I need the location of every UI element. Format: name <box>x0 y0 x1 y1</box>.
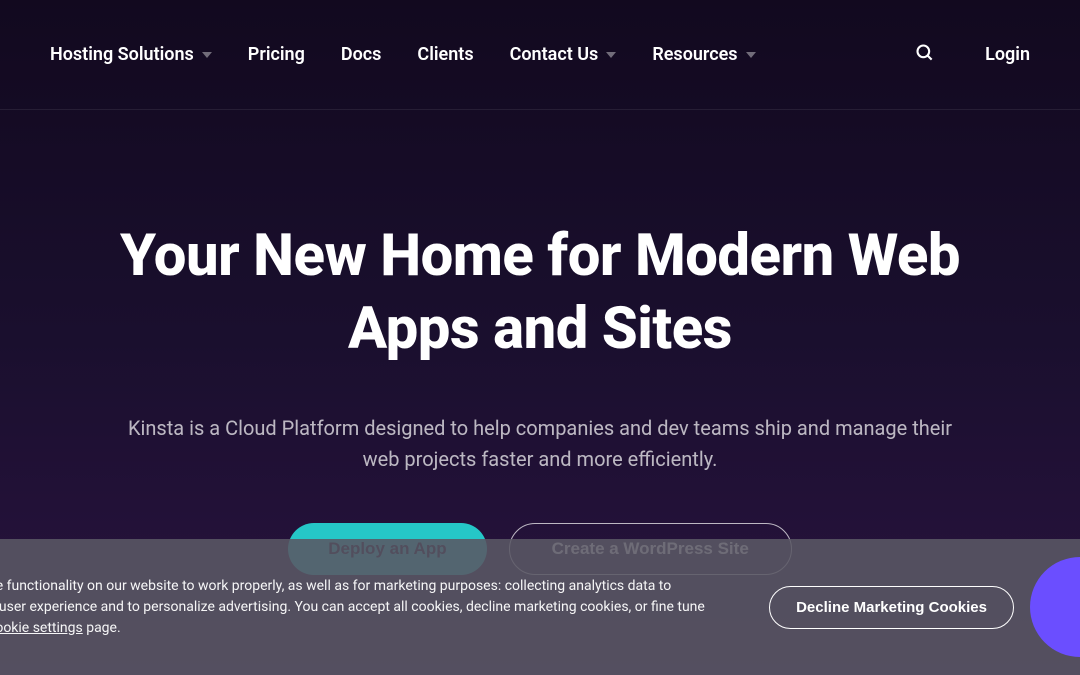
nav-label: Resources <box>652 44 737 65</box>
cookie-banner: he functionality on our website to work … <box>0 539 1080 675</box>
chevron-down-icon <box>746 52 756 58</box>
cookie-line1: he functionality on our website to work … <box>0 578 671 594</box>
nav-label: Pricing <box>248 44 305 65</box>
nav-hosting-solutions[interactable]: Hosting Solutions <box>50 44 212 65</box>
hero-section: Your New Home for Modern Web Apps and Si… <box>0 110 1080 575</box>
nav-contact-us[interactable]: Contact Us <box>510 44 617 65</box>
nav-pricing[interactable]: Pricing <box>248 44 305 65</box>
nav-label: Hosting Solutions <box>50 44 194 65</box>
accept-cookies-button[interactable] <box>1030 557 1080 657</box>
main-header: Hosting Solutions Pricing Docs Clients C… <box>0 0 1080 110</box>
nav-label: Contact Us <box>510 44 599 65</box>
nav-right: Login <box>915 43 1030 67</box>
cookie-actions: Decline Marketing Cookies <box>769 557 1050 657</box>
chevron-down-icon <box>606 52 616 58</box>
cookie-settings-link[interactable]: cookie settings <box>0 620 83 636</box>
hero-title: Your New Home for Modern Web Apps and Si… <box>70 220 1010 365</box>
search-icon[interactable] <box>915 43 935 67</box>
chevron-down-icon <box>202 52 212 58</box>
hero-subtitle: Kinsta is a Cloud Platform designed to h… <box>125 413 955 475</box>
cookie-text: he functionality on our website to work … <box>0 576 705 639</box>
nav-clients[interactable]: Clients <box>417 44 473 65</box>
decline-cookies-button[interactable]: Decline Marketing Cookies <box>769 586 1014 629</box>
login-link[interactable]: Login <box>985 44 1030 65</box>
cookie-line3-suffix: page. <box>83 620 121 636</box>
nav-left: Hosting Solutions Pricing Docs Clients C… <box>50 44 756 65</box>
nav-label: Docs <box>341 44 382 65</box>
cookie-line2: e user experience and to personalize adv… <box>0 599 705 615</box>
nav-docs[interactable]: Docs <box>341 44 382 65</box>
nav-label: Clients <box>417 44 473 65</box>
nav-resources[interactable]: Resources <box>652 44 755 65</box>
